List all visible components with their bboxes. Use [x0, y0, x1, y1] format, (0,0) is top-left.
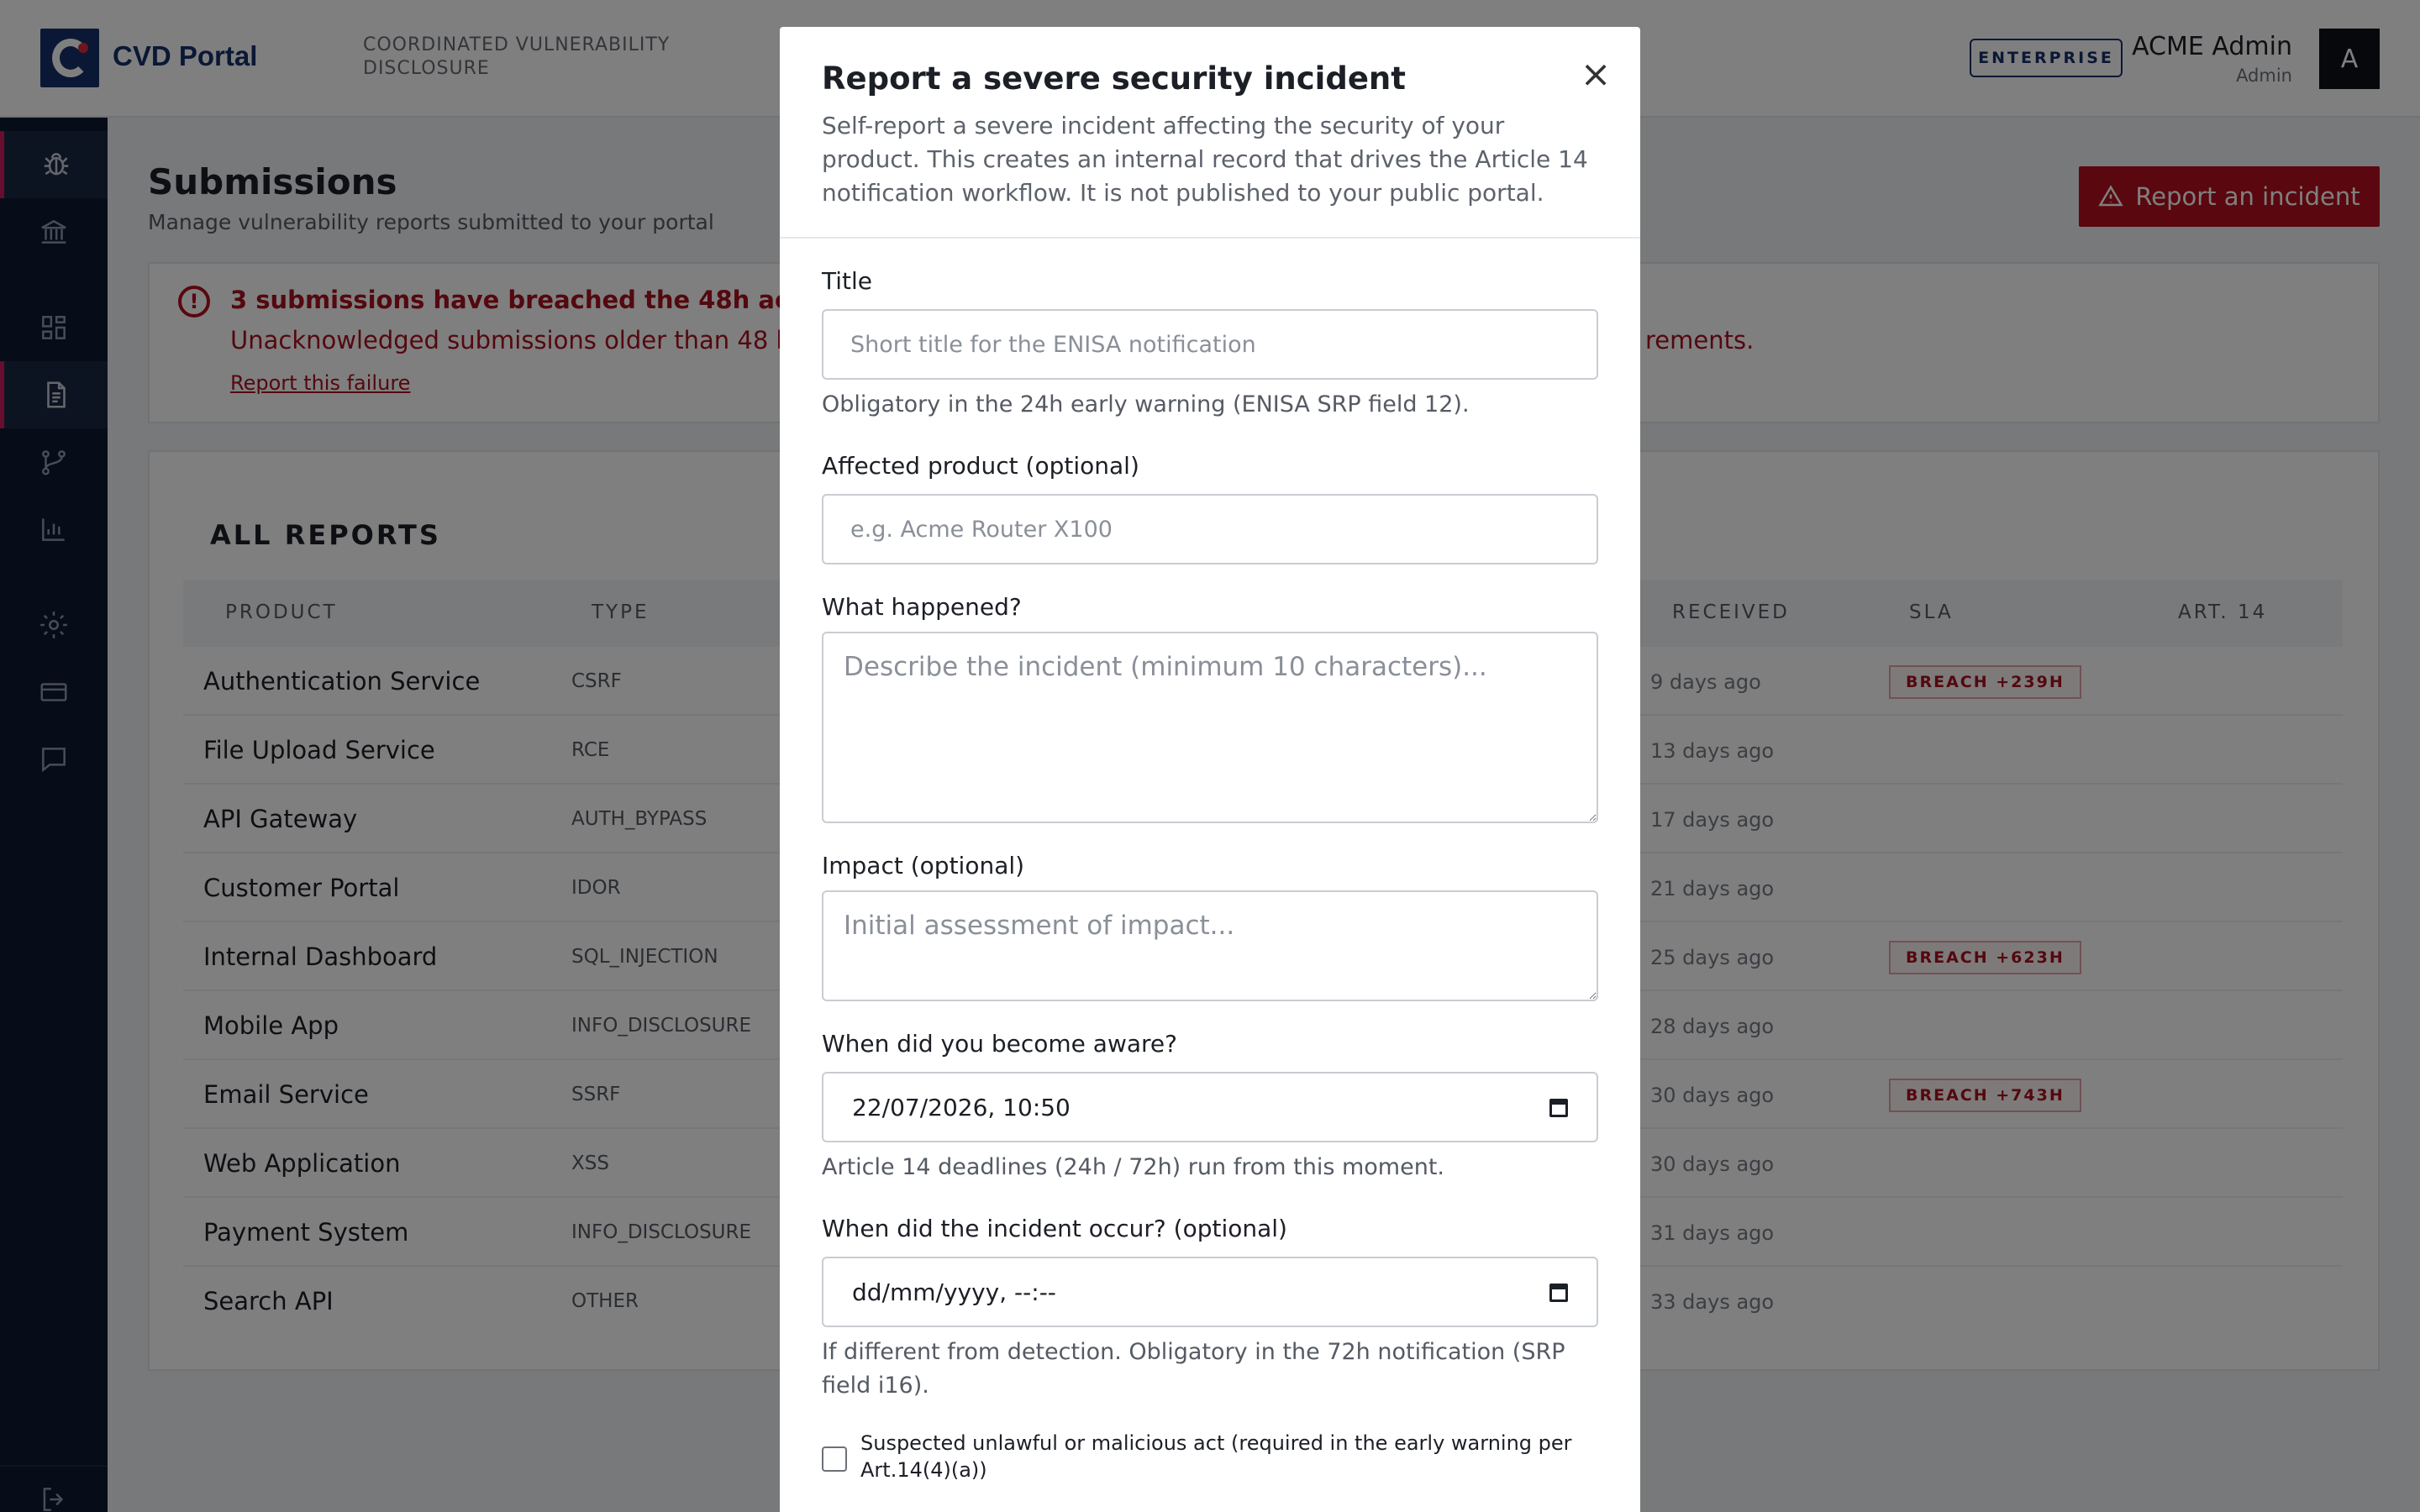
aware-datetime-value: 22/07/2026, 10:50 — [852, 1094, 1071, 1121]
occur-label: When did the incident occur? (optional) — [822, 1215, 1287, 1242]
aware-help: Article 14 deadlines (24h / 72h) run fro… — [822, 1154, 1444, 1180]
what-happened-label: What happened? — [822, 593, 1022, 621]
product-label: Affected product (optional) — [822, 452, 1139, 480]
report-incident-modal: Report a severe security incident × Self… — [780, 27, 1640, 1512]
title-input[interactable] — [822, 309, 1598, 380]
title-label: Title — [822, 267, 873, 295]
close-icon[interactable]: × — [1576, 55, 1615, 94]
unlawful-act-label[interactable]: Suspected unlawful or malicious act (req… — [860, 1430, 1600, 1483]
modal-header: Report a severe security incident × Self… — [780, 27, 1640, 239]
calendar-icon[interactable] — [1549, 1099, 1568, 1117]
occur-datetime-input[interactable]: dd/mm/yyyy, --:-- — [822, 1257, 1598, 1327]
impact-label: Impact (optional) — [822, 852, 1025, 879]
calendar-icon[interactable] — [1549, 1284, 1568, 1302]
aware-datetime-input[interactable]: 22/07/2026, 10:50 — [822, 1072, 1598, 1142]
affected-product-input[interactable] — [822, 494, 1598, 564]
occur-help: If different from detection. Obligatory … — [822, 1339, 1565, 1399]
impact-textarea[interactable] — [822, 890, 1598, 1001]
unlawful-act-checkbox[interactable] — [822, 1446, 847, 1472]
occur-datetime-value: dd/mm/yyyy, --:-- — [852, 1278, 1056, 1306]
what-happened-textarea[interactable] — [822, 632, 1598, 823]
aware-label: When did you become aware? — [822, 1030, 1178, 1058]
modal-title: Report a severe security incident — [822, 60, 1406, 97]
title-help: Obligatory in the 24h early warning (ENI… — [822, 391, 1470, 417]
modal-description: Self-report a severe incident affecting … — [822, 112, 1588, 207]
